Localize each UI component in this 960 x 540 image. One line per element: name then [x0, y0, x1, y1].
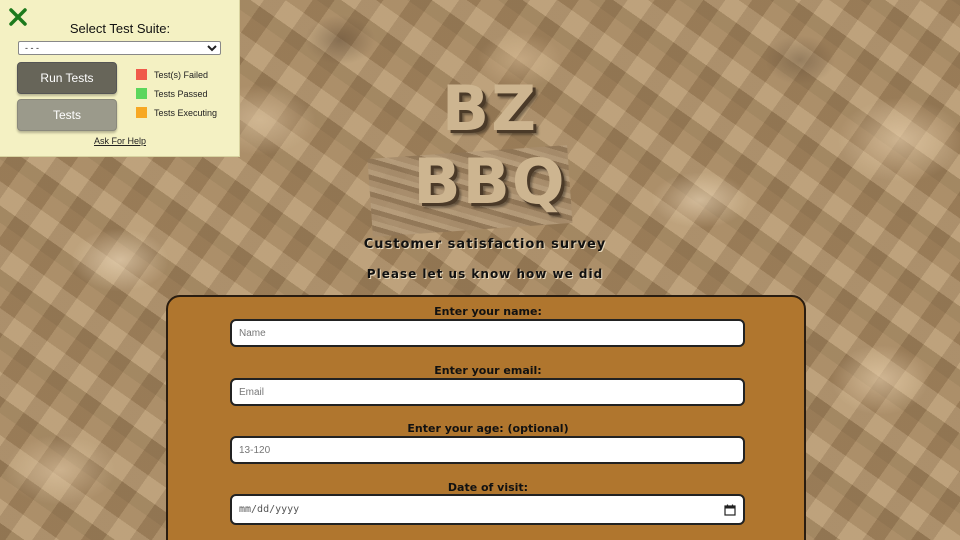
test-panel: Select Test Suite: - - - Run Tests Tests…: [0, 0, 240, 157]
calendar-icon[interactable]: [724, 504, 736, 516]
email-label: Enter your email:: [434, 364, 542, 377]
legend-failed-label: Test(s) Failed: [154, 69, 209, 80]
date-of-visit-input[interactable]: mm/dd/yyyy: [230, 494, 745, 525]
ask-for-help-link[interactable]: Ask For Help: [0, 136, 240, 146]
executing-swatch: [136, 107, 147, 118]
legend-failed: Test(s) Failed: [136, 69, 208, 80]
legend-passed-label: Tests Passed: [154, 88, 208, 99]
age-label: Enter your age: (optional): [407, 422, 569, 435]
test-suite-select[interactable]: - - -: [18, 41, 221, 55]
survey-form: Enter your name: Enter your email: Enter…: [166, 295, 806, 540]
run-tests-button[interactable]: Run Tests: [17, 62, 117, 94]
email-input[interactable]: [230, 378, 745, 406]
date-label: Date of visit:: [447, 481, 529, 494]
date-placeholder: mm/dd/yyyy: [239, 504, 300, 515]
brand-title: BZ BBQ: [413, 72, 567, 218]
legend-executing: Tests Executing: [136, 107, 217, 118]
name-input[interactable]: [230, 319, 745, 347]
legend-passed: Tests Passed: [136, 88, 208, 99]
age-input[interactable]: [230, 436, 745, 464]
legend-executing-label: Tests Executing: [154, 107, 218, 118]
failed-swatch: [136, 69, 147, 80]
suite-label: Select Test Suite:: [69, 21, 171, 36]
survey-subtitle: Please let us know how we did: [366, 267, 604, 281]
tests-button[interactable]: Tests: [17, 99, 117, 131]
name-label: Enter your name:: [434, 305, 542, 318]
passed-swatch: [136, 88, 147, 99]
survey-title: Customer satisfaction survey: [363, 237, 607, 252]
